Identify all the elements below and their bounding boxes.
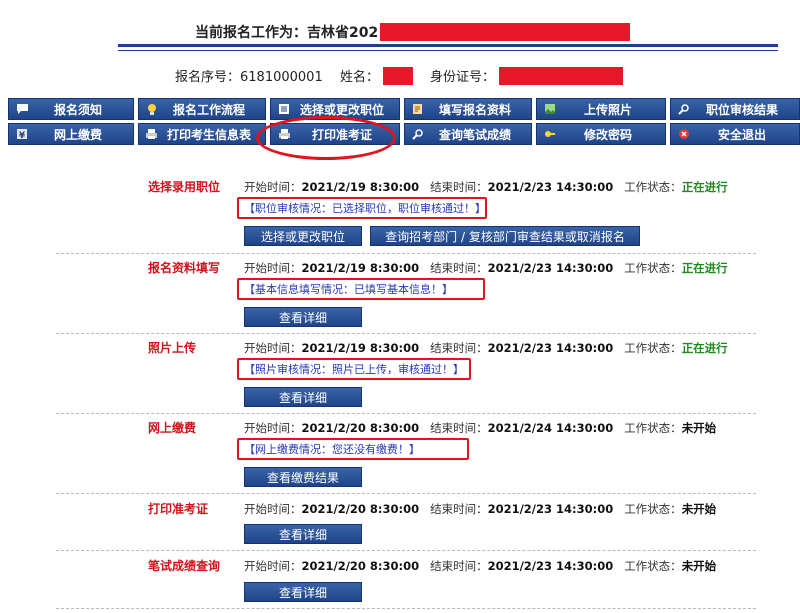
view-details-button[interactable]: 查看详细 — [244, 307, 362, 327]
nav-online-payment[interactable]: ¥ 网上缴费 — [8, 123, 134, 145]
section-times: 开始时间：2021/2/20 8:30:00 结束时间：2021/2/23 14… — [244, 502, 717, 516]
status-note: 【照片审核情况：照片已上传，审核通过！】 — [237, 358, 471, 380]
edit-icon — [411, 102, 425, 116]
page-title: 当前报名工作为：吉林省202 — [195, 22, 631, 42]
nav-select-position[interactable]: 选择或更改职位 — [270, 98, 400, 120]
view-details-button[interactable]: 查看详细 — [244, 387, 362, 407]
nav-logout[interactable]: 安全退出 — [670, 123, 800, 145]
status-badge: 未开始 — [681, 502, 717, 516]
redacted-name — [383, 67, 414, 85]
section-times: 开始时间：2021/2/20 8:30:00 结束时间：2021/2/23 14… — [244, 559, 717, 573]
image-icon — [543, 102, 557, 116]
status-note: 【职位审核情况：已选择职位，职位审核通过！】 — [237, 197, 487, 219]
nav-notice[interactable]: 报名须知 — [8, 98, 134, 120]
printer-icon — [145, 127, 159, 141]
select-position-button[interactable]: 选择或更改职位 — [244, 226, 362, 246]
header-divider-thin — [118, 50, 778, 51]
view-details-button[interactable]: 查看详细 — [244, 524, 362, 544]
exit-icon — [677, 127, 691, 141]
section-divider — [56, 550, 756, 551]
nav-print-info-sheet[interactable]: 打印考生信息表 — [138, 123, 266, 145]
view-details-button[interactable]: 查看详细 — [244, 582, 362, 602]
applicant-name: 姓名： — [340, 66, 414, 85]
section-times: 开始时间：2021/2/19 8:30:00 结束时间：2021/2/23 14… — [244, 180, 728, 194]
redacted-block — [380, 23, 631, 41]
svg-text:¥: ¥ — [19, 131, 26, 140]
key-icon — [543, 127, 557, 141]
header-divider — [118, 44, 778, 47]
section-times: 开始时间：2021/2/19 8:30:00 结束时间：2021/2/23 14… — [244, 261, 728, 275]
section-divider — [56, 493, 756, 494]
status-badge: 正在进行 — [681, 341, 728, 355]
view-payment-result-button[interactable]: 查看缴费结果 — [244, 467, 362, 487]
section-title: 照片上传 — [148, 341, 197, 355]
nav-query-scores[interactable]: 查询笔试成绩 — [404, 123, 532, 145]
redacted-id — [499, 67, 624, 85]
magnifier-icon — [411, 127, 425, 141]
speech-bubble-icon — [15, 102, 29, 116]
id-number: 身份证号： — [430, 66, 624, 85]
nav-print-admission-ticket[interactable]: 打印准考证 — [270, 123, 400, 145]
nav-fill-info[interactable]: 填写报名资料 — [404, 98, 532, 120]
section-times: 开始时间：2021/2/19 8:30:00 结束时间：2021/2/23 14… — [244, 341, 728, 355]
list-icon — [277, 102, 291, 116]
printer-icon — [277, 127, 291, 141]
nav-change-password[interactable]: 修改密码 — [536, 123, 666, 145]
status-badge: 正在进行 — [681, 180, 728, 194]
status-badge: 未开始 — [681, 421, 717, 435]
status-note: 【网上缴费情况：您还没有缴费！】 — [237, 438, 469, 460]
status-note: 【基本信息填写情况：已填写基本信息！】 — [237, 278, 485, 300]
magnifier-icon — [677, 102, 691, 116]
nav-review-result[interactable]: 职位审核结果 — [670, 98, 800, 120]
section-divider — [56, 413, 756, 414]
section-title: 打印准考证 — [148, 502, 209, 516]
section-title: 网上缴费 — [148, 421, 197, 435]
nav-workflow[interactable]: 报名工作流程 — [138, 98, 266, 120]
section-divider — [56, 333, 756, 334]
status-badge: 未开始 — [681, 559, 717, 573]
main-nav: 报名须知 报名工作流程 选择或更改职位 填写报名资料 上传照片 职位审核结果 ¥… — [8, 98, 800, 146]
status-badge: 正在进行 — [681, 261, 728, 275]
section-title: 报名资料填写 — [148, 261, 221, 275]
nav-upload-photo[interactable]: 上传照片 — [536, 98, 666, 120]
section-times: 开始时间：2021/2/20 8:30:00 结束时间：2021/2/24 14… — [244, 421, 717, 435]
section-title: 笔试成绩查询 — [148, 559, 221, 573]
section-title: 选择录用职位 — [148, 180, 221, 194]
lightbulb-icon — [145, 102, 159, 116]
section-divider — [56, 608, 756, 609]
serial-number: 报名序号：6181000001 — [175, 70, 323, 85]
query-review-result-button[interactable]: 查询招考部门 / 复核部门审查结果或取消报名 — [370, 226, 640, 246]
yen-icon: ¥ — [15, 127, 29, 141]
section-divider — [56, 253, 756, 254]
